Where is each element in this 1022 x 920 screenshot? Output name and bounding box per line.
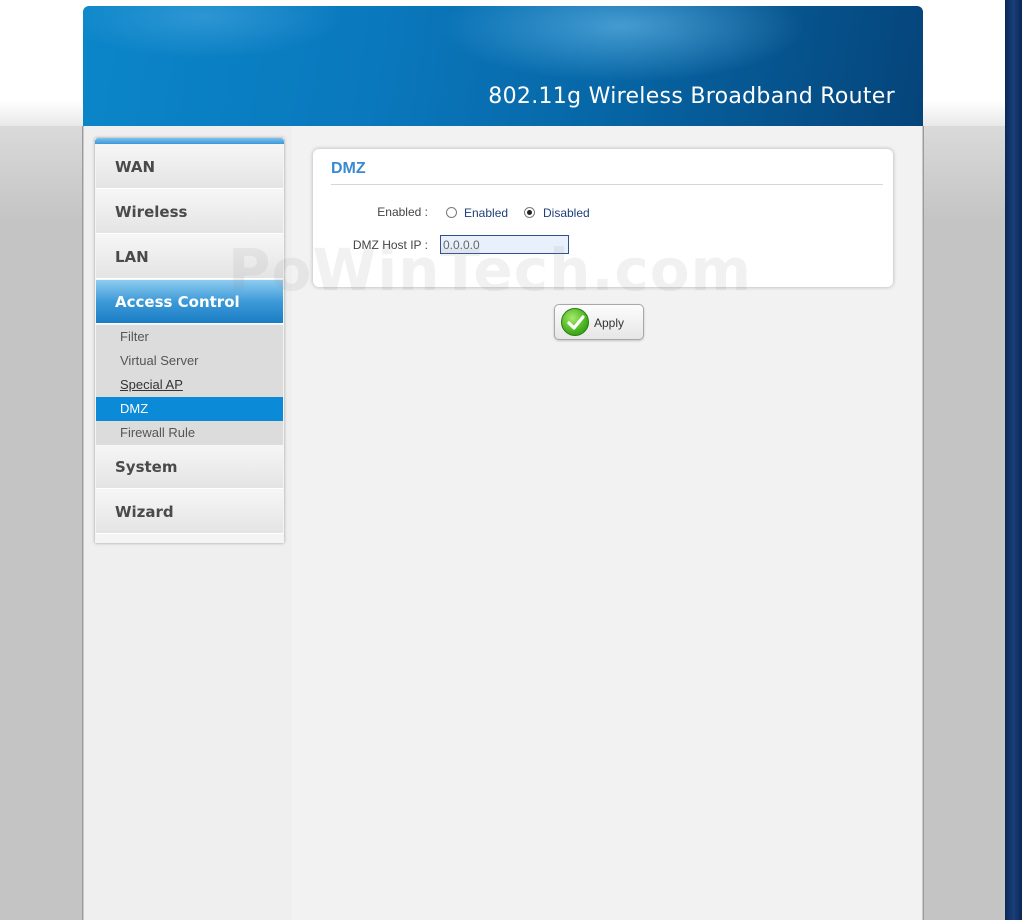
dmz-panel: DMZ Enabled : Enabled Disabled DMZ Host … [313,149,893,287]
apply-button-label: Apply [594,316,625,330]
sidebar-item-lan[interactable]: LAN [96,235,283,279]
panel-divider [331,184,883,185]
router-title: 802.11g Wireless Broadband Router [488,84,895,109]
sidebar-subitem-filter[interactable]: Filter [96,325,283,349]
sidebar-item-wizard[interactable]: Wizard [96,490,283,534]
enabled-label: Enabled : [377,205,428,219]
sidebar-item-wan[interactable]: WAN [96,145,283,189]
dmz-host-ip-input[interactable] [440,235,569,254]
sidebar-subitem-dmz[interactable]: DMZ [96,397,283,421]
panel-title: DMZ [331,160,366,177]
sidebar-menu: WAN Wireless LAN Access Control Filter V… [95,138,284,543]
sidebar-subitem-firewall-rule[interactable]: Firewall Rule [96,421,283,445]
sidebar-subitem-virtual-server[interactable]: Virtual Server [96,349,283,373]
special-ap-link[interactable]: Special AP [120,377,183,392]
sidebar-subitem-special-ap[interactable]: Special AP [96,373,283,397]
radio-enabled[interactable] [446,207,457,218]
right-gutter [923,126,1005,920]
radio-disabled-label[interactable]: Disabled [543,206,590,220]
dmz-host-ip-label: DMZ Host IP : [352,238,428,252]
checkmark-icon [561,308,589,336]
sidebar-item-access-control[interactable]: Access Control [96,280,283,324]
header-banner: 802.11g Wireless Broadband Router [83,6,923,126]
scrollbar[interactable] [1005,0,1022,920]
apply-button[interactable]: Apply [554,304,644,340]
radio-enabled-label[interactable]: Enabled [464,206,508,220]
sidebar-top-bar [95,138,284,144]
radio-disabled[interactable] [524,207,535,218]
sidebar-item-system[interactable]: System [96,445,283,489]
left-gutter [0,126,83,920]
sidebar-item-wireless[interactable]: Wireless [96,190,283,234]
